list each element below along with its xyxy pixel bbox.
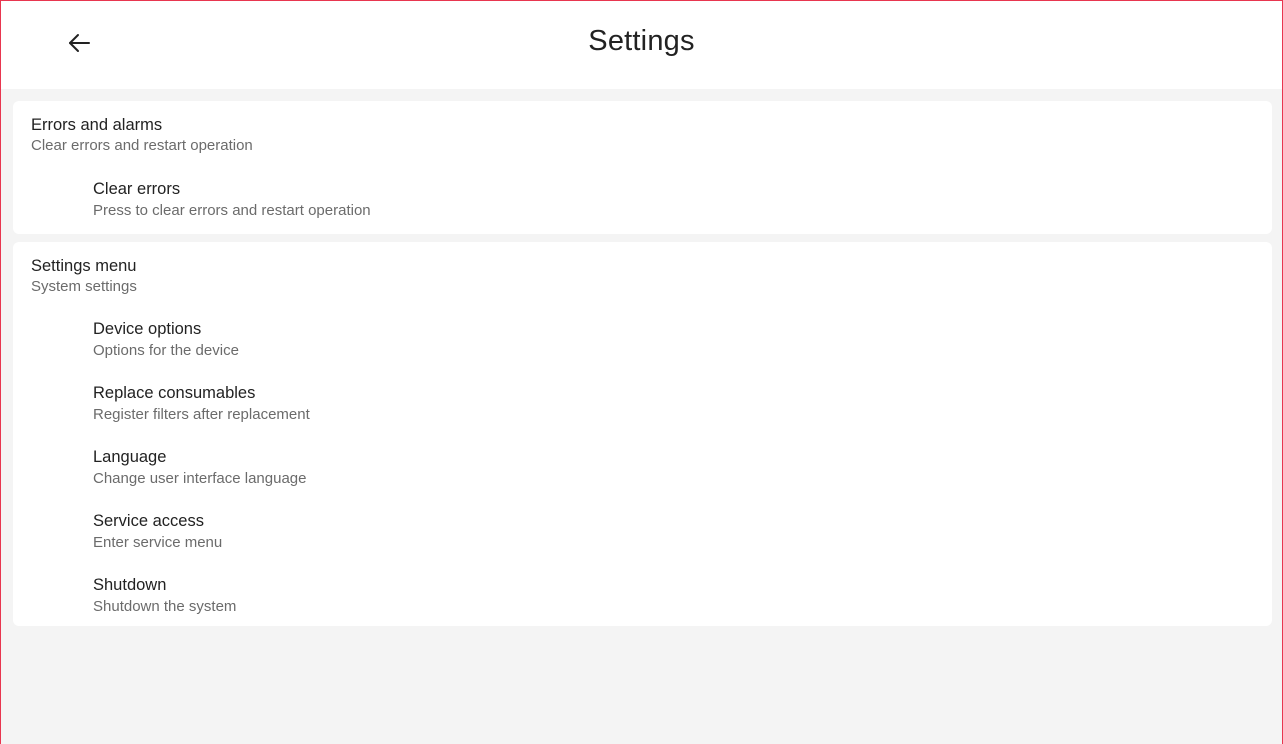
item-subtitle: Shutdown the system: [93, 598, 237, 615]
replace-consumables-item[interactable]: Replace consumables Register filters aft…: [93, 383, 1254, 424]
item-subtitle: Enter service menu: [93, 534, 223, 551]
section-title: Errors and alarms: [31, 116, 163, 134]
section-subtitle: Clear errors and restart operation: [31, 137, 253, 154]
shutdown-item[interactable]: Shutdown Shutdown the system: [93, 575, 1254, 616]
item-title: Device options: [93, 320, 202, 338]
language-item[interactable]: Language Change user interface language: [93, 447, 1254, 488]
app-header: Settings: [1, 1, 1282, 89]
section-subtitle: System settings: [31, 278, 137, 295]
settings-menu-section: Settings menu System settings Device opt…: [13, 242, 1272, 626]
page-title: Settings: [588, 25, 695, 57]
device-options-item[interactable]: Device options Options for the device: [93, 319, 1254, 360]
settings-content: Errors and alarms Clear errors and resta…: [1, 89, 1282, 744]
item-title: Service access: [93, 512, 204, 530]
item-subtitle: Change user interface language: [93, 470, 307, 487]
errors-and-alarms-section: Errors and alarms Clear errors and resta…: [13, 101, 1272, 234]
app-window: Settings Errors and alarms Clear errors …: [0, 0, 1283, 744]
clear-errors-item[interactable]: Clear errors Press to clear errors and r…: [93, 179, 1254, 220]
item-title: Clear errors: [93, 180, 181, 198]
item-subtitle: Press to clear errors and restart operat…: [93, 202, 371, 219]
service-access-item[interactable]: Service access Enter service menu: [93, 511, 1254, 552]
item-subtitle: Options for the device: [93, 342, 239, 359]
item-title: Shutdown: [93, 576, 167, 594]
item-title: Language: [93, 448, 167, 466]
item-title: Replace consumables: [93, 384, 256, 402]
item-subtitle: Register filters after replacement: [93, 406, 310, 423]
section-title: Settings menu: [31, 257, 137, 275]
